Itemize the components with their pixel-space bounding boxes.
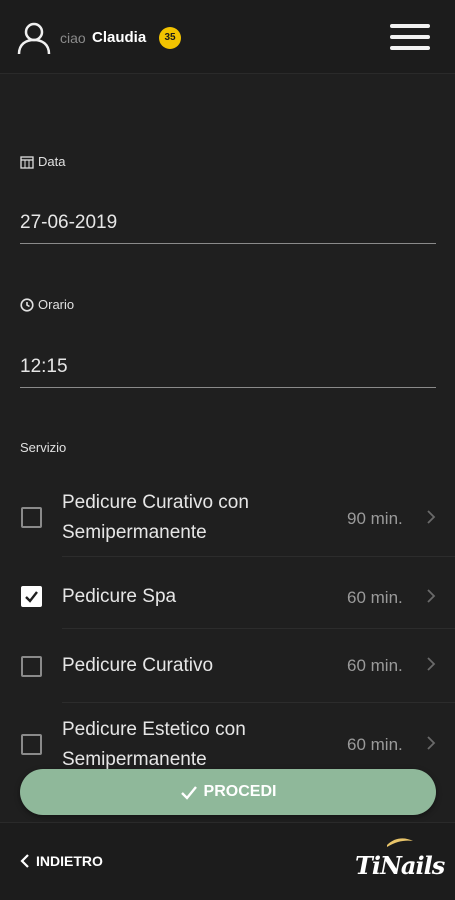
chevron-right-icon[interactable]: [425, 656, 437, 672]
points-badge: 35: [159, 27, 181, 49]
app-footer: INDIETRO TiNails: [0, 822, 455, 900]
checkbox-checked[interactable]: [21, 586, 42, 607]
service-item[interactable]: Pedicure Curativo con Semipermanente 90 …: [0, 488, 455, 558]
greeting-text: ciao: [60, 30, 86, 46]
row-divider: [62, 628, 455, 629]
app-header: ciao Claudia 35: [0, 0, 455, 74]
brand-logo: TiNails: [355, 835, 445, 887]
date-label-text: Data: [38, 154, 66, 169]
hamburger-menu-icon[interactable]: [390, 24, 430, 54]
service-item[interactable]: Pedicure Curativo 60 min.: [0, 640, 455, 703]
checkbox[interactable]: [21, 734, 42, 755]
service-duration: 60 min.: [347, 656, 403, 675]
proceed-button[interactable]: PROCEDI: [20, 769, 436, 815]
clock-icon: [20, 297, 34, 312]
date-label: Data: [20, 154, 65, 169]
service-label: Servizio: [20, 440, 67, 455]
service-name: Pedicure Curativo: [62, 655, 214, 676]
date-field-underline: [20, 243, 436, 244]
calendar-icon: [20, 155, 34, 169]
logo-swoosh-icon: [387, 838, 413, 847]
chevron-right-icon[interactable]: [425, 735, 437, 751]
service-duration: 60 min.: [347, 588, 403, 607]
check-icon: [180, 786, 197, 800]
check-icon: [25, 591, 38, 603]
service-name: Pedicure Estetico con Semipermanente: [62, 719, 246, 770]
back-label: INDIETRO: [36, 853, 103, 869]
row-divider: [62, 556, 455, 557]
username: Claudia: [92, 29, 147, 46]
time-field-underline: [20, 387, 436, 388]
service-duration: 90 min.: [347, 509, 403, 528]
brand-text: TiNails: [355, 851, 445, 880]
service-item[interactable]: Pedicure Estetico con Semipermanente 60 …: [0, 715, 455, 775]
proceed-label: PROCEDI: [203, 783, 277, 800]
checkbox[interactable]: [21, 656, 42, 677]
service-duration: 60 min.: [347, 735, 403, 754]
date-field[interactable]: 27-06-2019: [20, 212, 117, 234]
checkbox[interactable]: [21, 507, 42, 528]
service-name: Pedicure Spa: [62, 586, 177, 607]
time-label: Orario: [20, 297, 74, 312]
time-label-text: Orario: [38, 297, 75, 312]
time-field[interactable]: 12:15: [20, 356, 68, 378]
row-divider: [62, 702, 455, 703]
user-icon[interactable]: [16, 20, 52, 56]
chevron-right-icon[interactable]: [425, 588, 437, 604]
chevron-right-icon[interactable]: [425, 509, 437, 525]
service-name: Pedicure Curativo con Semipermanente: [62, 492, 249, 543]
back-button[interactable]: INDIETRO: [20, 853, 103, 869]
chevron-left-icon: [20, 854, 29, 868]
service-item[interactable]: Pedicure Spa 60 min.: [0, 570, 455, 630]
